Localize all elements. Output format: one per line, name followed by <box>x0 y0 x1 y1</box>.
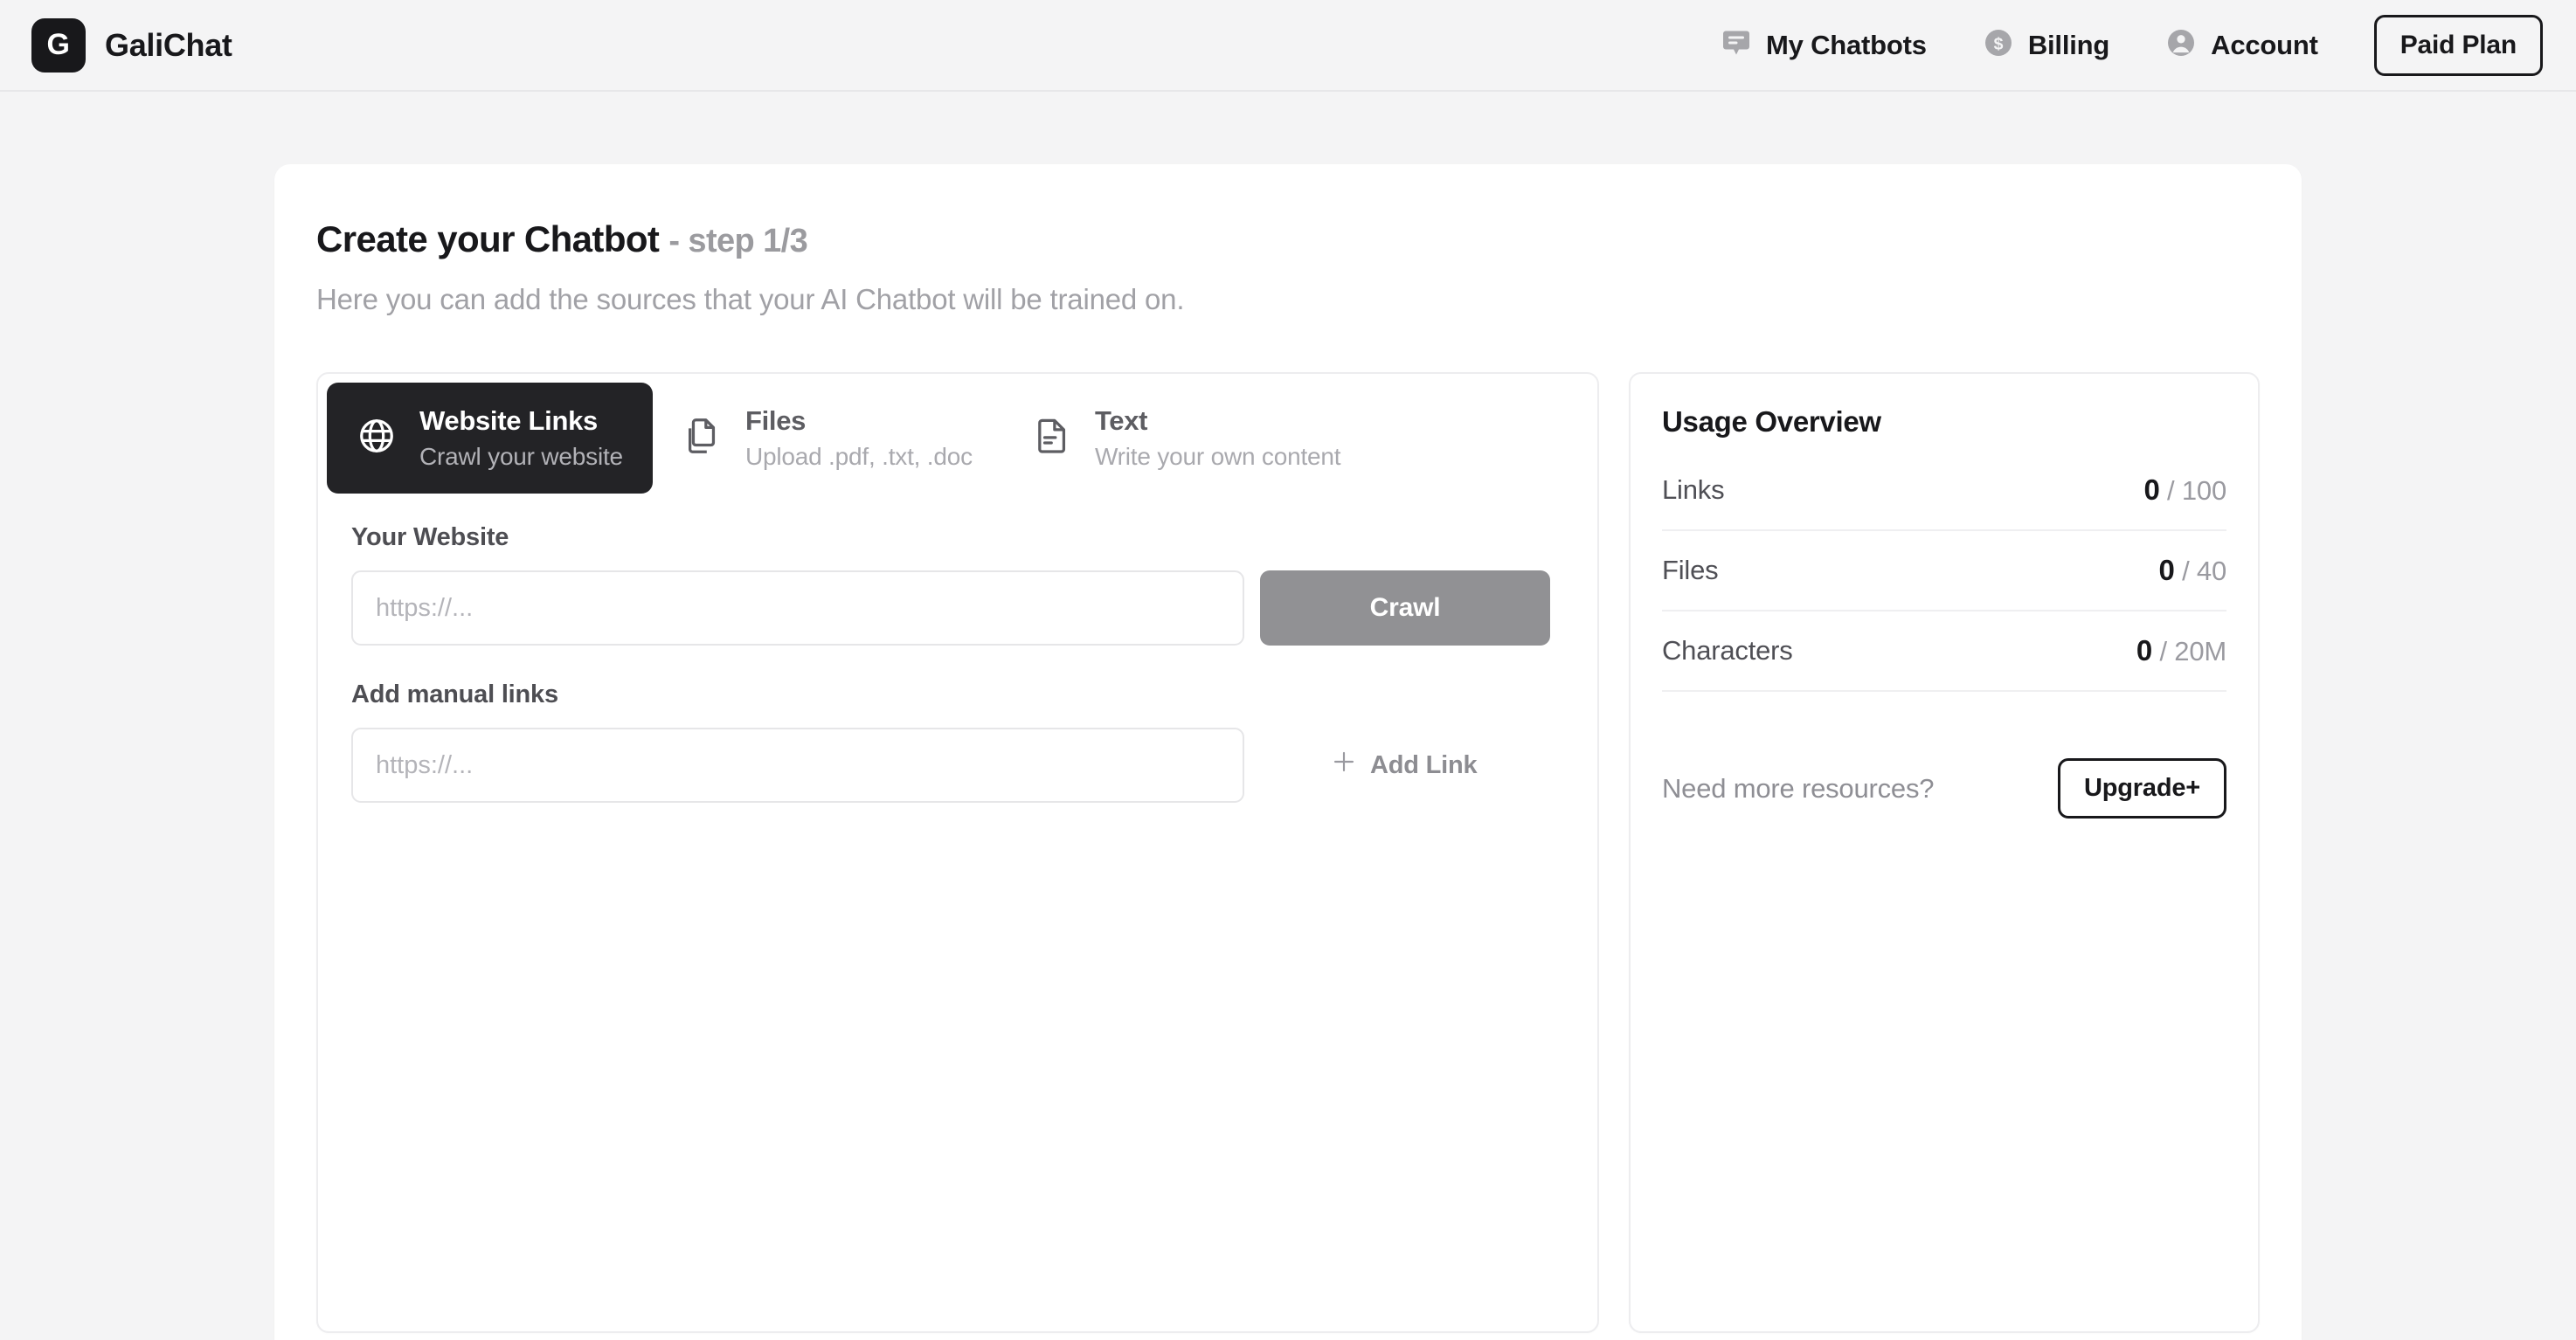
brand[interactable]: G GaliChat <box>31 17 232 73</box>
usage-value-characters: 0 / 20M <box>2136 634 2226 667</box>
website-url-input[interactable] <box>351 570 1244 646</box>
field-gap <box>351 646 1564 680</box>
sources-panel: Website Links Crawl your website Files U… <box>316 372 1599 1333</box>
website-links-form: Your Website Crawl Add manual links <box>327 494 1589 803</box>
create-chatbot-card: Create your Chatbot - step 1/3 Here you … <box>274 164 2302 1340</box>
tab-website-links-texts: Website Links Crawl your website <box>419 405 623 471</box>
content-columns: Website Links Crawl your website Files U… <box>316 372 2260 1333</box>
nav-label-my-chatbots: My Chatbots <box>1766 29 1927 60</box>
usage-label-files: Files <box>1662 555 1719 585</box>
brand-name: GaliChat <box>105 26 232 63</box>
usage-row-links: Links 0 / 100 <box>1662 451 2226 531</box>
tab-files-texts: Files Upload .pdf, .txt, .doc <box>745 405 973 471</box>
manual-link-input[interactable] <box>351 728 1244 803</box>
nav-item-my-chatbots[interactable]: My Chatbots <box>1693 27 1955 63</box>
nav-item-account[interactable]: Account <box>2137 27 2346 63</box>
tab-text-subtitle: Write your own content <box>1094 443 1341 470</box>
manual-links-field-row: Add Link <box>351 728 1564 803</box>
usage-overview-title: Usage Overview <box>1662 405 1881 438</box>
tab-text-texts: Text Write your own content <box>1094 405 1341 471</box>
page-subtitle: Here you can add the sources that your A… <box>316 283 1185 315</box>
page-title: Create your Chatbot - step 1/3 <box>316 218 2260 260</box>
upgrade-row: Need more resources? Upgrade+ <box>1662 758 2226 819</box>
usage-value-files: 0 / 40 <box>2159 554 2227 587</box>
usage-label-characters: Characters <box>1662 635 1793 666</box>
usage-limit-files: / 40 <box>2182 556 2226 586</box>
app-logo: G <box>31 17 86 73</box>
chat-bubble-icon <box>1721 27 1752 63</box>
dollar-circle-icon: $ <box>1983 27 2014 63</box>
source-type-tabs: Website Links Crawl your website Files U… <box>327 383 1589 494</box>
usage-row-characters: Characters 0 / 20M <box>1662 611 2226 692</box>
copy-documents-icon <box>682 416 723 460</box>
website-field-label: Your Website <box>351 523 509 551</box>
usage-overview-panel: Usage Overview Links 0 / 100 Files 0 / 4… <box>1629 372 2260 1333</box>
usage-used-characters: 0 <box>2136 634 2153 667</box>
crawl-button[interactable]: Crawl <box>1260 570 1550 646</box>
page-body: Create your Chatbot - step 1/3 Here you … <box>0 92 2576 1340</box>
usage-value-links: 0 / 100 <box>2143 473 2226 507</box>
add-link-button[interactable]: Add Link <box>1260 748 1478 783</box>
svg-text:$: $ <box>1993 35 2003 54</box>
app-header: G GaliChat My Chatbots $ Billing Account… <box>0 0 2576 92</box>
nav-item-billing[interactable]: $ Billing <box>1955 27 2137 63</box>
globe-icon <box>357 416 397 460</box>
page-step-indicator: - step 1/3 <box>668 223 808 259</box>
header-nav: My Chatbots $ Billing Account Paid Plan <box>1693 14 2543 76</box>
tab-files-title: Files <box>744 405 807 436</box>
tab-text[interactable]: Text Write your own content <box>1002 383 1370 494</box>
page-title-text: Create your Chatbot <box>316 218 660 259</box>
tab-website-links[interactable]: Website Links Crawl your website <box>327 383 653 494</box>
tab-website-links-title: Website Links <box>419 405 598 436</box>
usage-limit-characters: / 20M <box>2159 636 2226 667</box>
tab-files-subtitle: Upload .pdf, .txt, .doc <box>744 443 973 470</box>
usage-row-files: Files 0 / 40 <box>1662 531 2226 611</box>
usage-used-files: 0 <box>2158 554 2175 586</box>
website-field-row: Crawl <box>351 570 1564 646</box>
user-circle-icon <box>2165 27 2197 63</box>
add-link-label: Add Link <box>1370 750 1478 779</box>
tab-text-title: Text <box>1094 405 1148 436</box>
nav-label-account: Account <box>2211 29 2318 60</box>
upgrade-button[interactable]: Upgrade+ <box>2058 758 2226 819</box>
manual-links-field-label: Add manual links <box>351 680 558 708</box>
usage-label-links: Links <box>1662 474 1725 505</box>
nav-label-billing: Billing <box>2027 29 2110 60</box>
paid-plan-button[interactable]: Paid Plan <box>2373 14 2543 76</box>
upgrade-prompt-text: Need more resources? <box>1662 772 1935 804</box>
usage-limit-links: / 100 <box>2167 475 2226 506</box>
document-lines-icon <box>1032 416 1072 460</box>
plus-icon <box>1330 748 1358 783</box>
tab-files[interactable]: Files Upload .pdf, .txt, .doc <box>653 383 1002 494</box>
tab-website-links-subtitle: Crawl your website <box>419 443 623 470</box>
usage-used-links: 0 <box>2143 473 2160 506</box>
